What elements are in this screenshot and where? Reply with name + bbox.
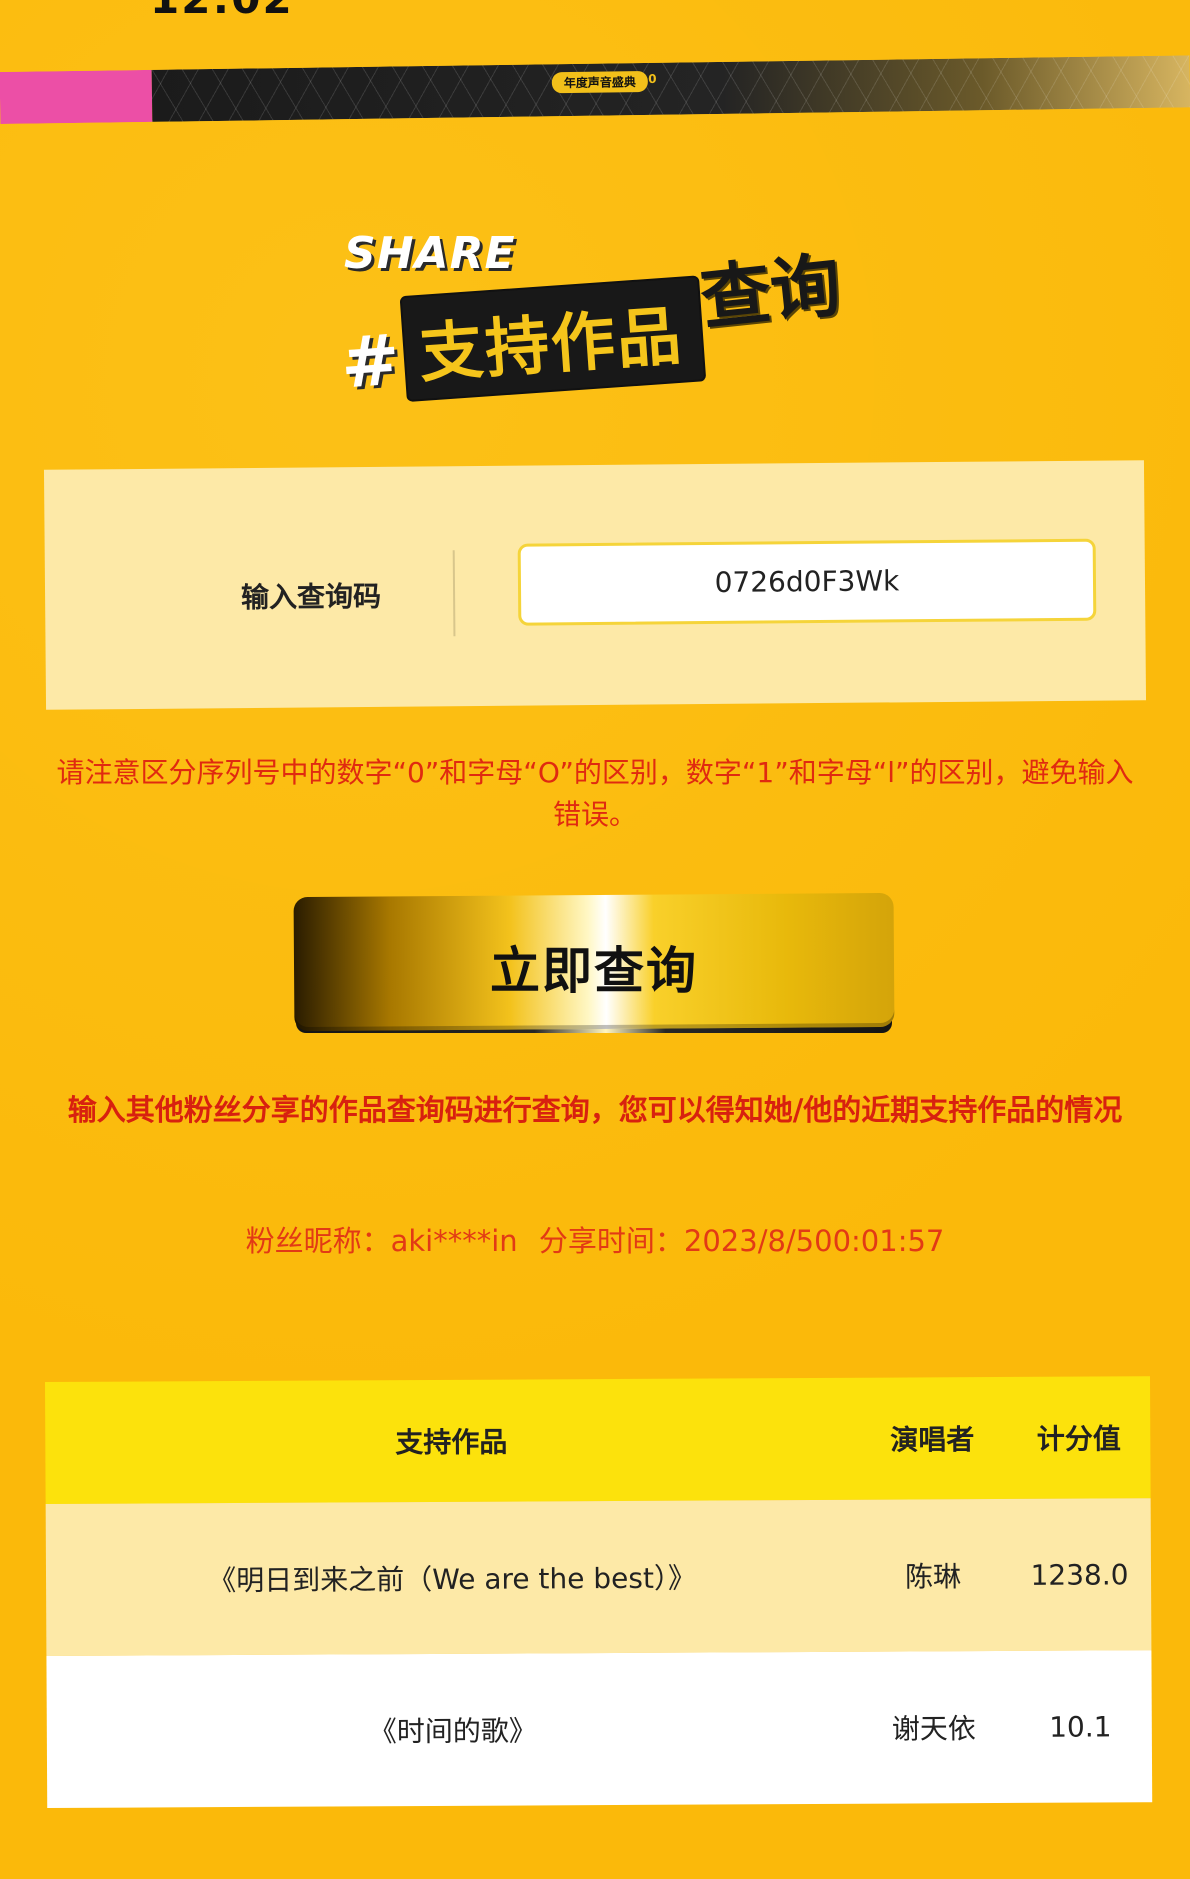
logo-hash: # (338, 318, 403, 405)
share-info: 粉丝昵称：aki****in 分享时间：2023/8/500:01:57 (0, 1218, 1190, 1260)
header-work: 支持作品 (395, 1425, 508, 1460)
table-header-row: 支持作品 演唱者 计分值 (45, 1376, 1151, 1504)
search-divider (452, 550, 456, 637)
support-works-table: 支持作品 演唱者 计分值 《明日到来之前（We are the best）》 陈… (45, 1376, 1153, 1808)
logo-query-text: 查询 (696, 243, 845, 341)
table-row: 《时间的歌》 谢天依 10.1 (46, 1650, 1153, 1808)
page-logo: SHARE # 支持作品 查询 (330, 220, 870, 404)
logo-share-text: SHARE (344, 228, 516, 279)
row-singer: 谢天依 (891, 1712, 976, 1746)
row-work: 《时间的歌》 (368, 1714, 537, 1749)
header-score: 计分值 (1036, 1422, 1121, 1456)
banner-chip-suffix: 10 (639, 71, 657, 87)
query-hint: 输入其他粉丝分享的作品查询码进行查询，您可以得知她/他的近期支持作品的情况 (67, 1093, 1123, 1127)
query-code-input[interactable]: 0726d0F3Wk (517, 538, 1097, 626)
search-card: 输入查询码 0726d0F3Wk (43, 460, 1147, 710)
logo-title: 支持作品 (401, 277, 704, 400)
row-singer: 陈琳 (904, 1560, 962, 1594)
banner-chip: 年度声音盛典 (551, 70, 648, 94)
query-button[interactable]: 立即查询 (293, 892, 895, 1043)
query-code-label: 输入查询码 (240, 579, 382, 615)
share-time: 分享时间：2023/8/500:01:57 (538, 1224, 945, 1258)
input-notice: 请注意区分序列号中的数字“0”和字母“O”的区别，数字“1”和字母“l”的区别，… (56, 756, 1134, 831)
status-bar-time: 12:02 (150, 0, 294, 23)
row-score: 1238.0 (1030, 1557, 1129, 1592)
row-work: 《明日到来之前（We are the best）》 (208, 1561, 697, 1598)
table-row: 《明日到来之前（We are the best）》 陈琳 1238.0 (45, 1498, 1152, 1656)
header-singer: 演唱者 (890, 1423, 975, 1457)
row-score: 10.1 (1049, 1709, 1112, 1744)
banner-pink-strip (0, 69, 153, 124)
fan-nickname: 粉丝昵称：aki****in (245, 1224, 518, 1258)
query-button-label: 立即查询 (490, 942, 698, 1000)
